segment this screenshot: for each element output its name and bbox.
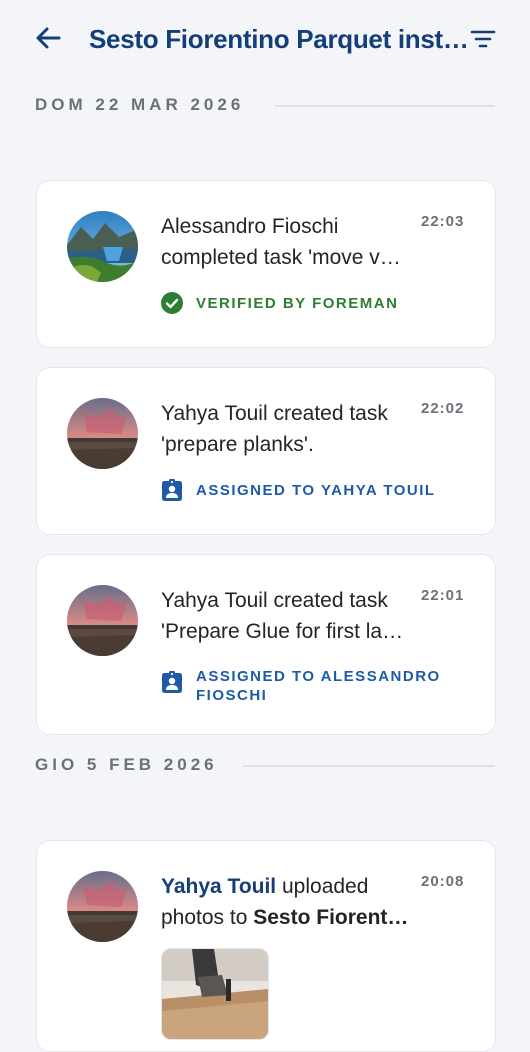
prefix-text: photos to — [161, 906, 254, 929]
timestamp: 22:01 — [421, 587, 465, 604]
activity-message: Yahya Touil created task 'prepare planks… — [161, 398, 413, 460]
assignment-ind-icon — [162, 671, 182, 693]
message-line: Yahya Touil uploaded — [161, 871, 413, 902]
activity-message: Yahya Touil created task 'Prepare Glue f… — [161, 585, 413, 647]
actor-link[interactable]: Yahya Touil — [161, 875, 276, 898]
message-line: Alessandro Fioschi — [161, 215, 339, 238]
assignment-ind-icon — [162, 479, 182, 501]
date-label: DOM 22 MAR 2026 — [35, 95, 245, 114]
avatar — [67, 585, 138, 656]
photo-thumbnail[interactable] — [161, 948, 269, 1040]
filter-icon — [470, 30, 496, 48]
avatar — [67, 211, 138, 282]
badge-label: FIOSCHI — [196, 687, 268, 704]
top-app-bar: Sesto Fiorentino Parquet inst… — [0, 0, 530, 76]
badge-label: ASSIGNED TO ALESSANDRO — [196, 668, 441, 685]
activity-message: Alessandro Fioschi completed task 'move … — [161, 211, 413, 273]
message-line: 'prepare planks'. — [161, 433, 314, 456]
divider — [275, 105, 495, 107]
message-line: Yahya Touil created task — [161, 402, 388, 425]
date-separator: GIO 5 FEB 2026 — [35, 753, 495, 777]
message-line: completed task 'move v… — [161, 246, 401, 269]
message-line: 'Prepare Glue for first la… — [161, 620, 404, 643]
back-button[interactable] — [32, 22, 64, 54]
avatar — [67, 871, 138, 942]
arrow-left-icon — [36, 27, 61, 49]
action-text: uploaded — [276, 875, 369, 898]
filter-button[interactable] — [468, 24, 498, 54]
message-line: photos to Sesto Fiorent… — [161, 902, 413, 933]
date-separator: DOM 22 MAR 2026 — [35, 93, 495, 117]
activity-card[interactable]: Yahya Touil created task 'Prepare Glue f… — [36, 554, 496, 735]
project-link[interactable]: Sesto Fiorent… — [253, 906, 408, 929]
badge-label: ASSIGNED TO YAHYA TOUIL — [196, 482, 436, 499]
message-line: Yahya Touil created task — [161, 589, 388, 612]
activity-card[interactable]: Yahya Touil uploaded photos to Sesto Fio… — [36, 840, 496, 1052]
check-circle-icon — [161, 292, 183, 314]
activity-message: Yahya Touil uploaded photos to Sesto Fio… — [161, 871, 413, 933]
activity-card[interactable]: Alessandro Fioschi completed task 'move … — [36, 180, 496, 348]
date-label: GIO 5 FEB 2026 — [35, 755, 218, 774]
timestamp: 22:03 — [421, 213, 465, 230]
timestamp: 22:02 — [421, 400, 465, 417]
divider — [243, 765, 495, 767]
timestamp: 20:08 — [421, 873, 465, 890]
activity-card[interactable]: Yahya Touil created task 'prepare planks… — [36, 367, 496, 535]
avatar — [67, 398, 138, 469]
badge-label: VERIFIED BY FOREMAN — [196, 295, 399, 312]
page-title: Sesto Fiorentino Parquet inst… — [89, 24, 469, 54]
